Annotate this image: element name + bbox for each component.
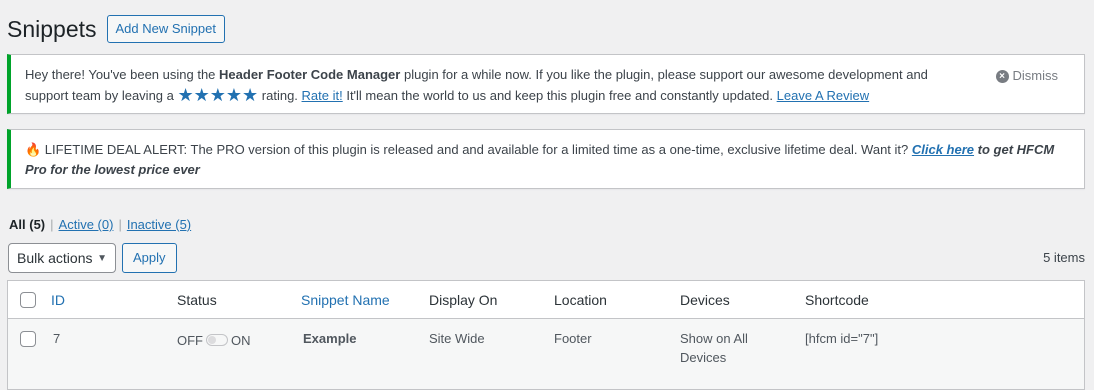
bulk-actions-select[interactable]: Bulk actions ▼: [8, 243, 116, 273]
review-text-rating: rating.: [258, 88, 302, 103]
table-header: ID Status Snippet Name Display On Locati…: [8, 281, 1084, 319]
filter-active[interactable]: Active (0): [59, 217, 114, 232]
dismiss-label: Dismiss: [1012, 68, 1059, 83]
leave-review-link[interactable]: Leave A Review: [777, 88, 870, 103]
column-location: Location: [554, 292, 607, 308]
status-toggle[interactable]: OFF ON: [177, 331, 251, 350]
column-display-on: Display On: [429, 292, 498, 308]
row-devices-line1: Show on All: [680, 331, 748, 346]
page-title: Snippets: [7, 16, 97, 42]
dismiss-button[interactable]: × Dismiss: [995, 66, 1059, 86]
snippets-table: ID Status Snippet Name Display On Locati…: [7, 280, 1085, 390]
toggle-switch-icon[interactable]: [206, 334, 228, 346]
row-location: Footer: [554, 331, 592, 346]
select-all-checkbox[interactable]: [20, 292, 36, 308]
apply-button[interactable]: Apply: [122, 243, 177, 273]
items-count: 5 items: [1043, 250, 1085, 265]
filter-separator: |: [50, 217, 54, 232]
deal-text: LIFETIME DEAL ALERT: The PRO version of …: [41, 142, 912, 157]
filter-separator: |: [118, 217, 122, 232]
fire-icon: 🔥: [25, 142, 42, 157]
tablenav: Bulk actions ▼ Apply: [8, 243, 177, 273]
column-shortcode: Shortcode: [805, 292, 869, 308]
filter-inactive[interactable]: Inactive (5): [127, 217, 191, 232]
filter-all[interactable]: All (5): [9, 217, 45, 232]
click-here-link[interactable]: Click here: [912, 142, 974, 157]
status-filters: All (5) | Active (0) | Inactive (5): [9, 217, 191, 232]
star-rating-icon: ★★★★★: [177, 85, 259, 105]
row-devices-line2: Devices: [680, 350, 727, 365]
row-id: 7: [53, 331, 61, 346]
column-id[interactable]: ID: [51, 292, 65, 308]
status-on-label: ON: [231, 333, 251, 348]
lifetime-deal-notice: 🔥 LIFETIME DEAL ALERT: The PRO version o…: [7, 129, 1085, 189]
review-text-after: It'll mean the world to us and keep this…: [342, 88, 777, 103]
row-display-on: Site Wide: [429, 331, 485, 346]
filter-all-label: All: [9, 217, 26, 232]
add-new-snippet-button[interactable]: Add New Snippet: [106, 15, 225, 43]
column-status: Status: [177, 292, 217, 308]
snippet-name-link[interactable]: Example: [303, 329, 356, 348]
filter-all-count: (5): [29, 217, 46, 232]
column-devices: Devices: [680, 292, 730, 308]
column-snippet-name[interactable]: Snippet Name: [301, 292, 390, 308]
bulk-actions-label: Bulk actions: [17, 250, 93, 266]
status-off-label: OFF: [177, 333, 203, 348]
row-shortcode: [hfcm id="7"]: [805, 331, 879, 346]
row-devices: Show on All Devices: [680, 329, 748, 367]
dismiss-icon: ×: [995, 69, 1009, 83]
rate-it-link[interactable]: Rate it!: [302, 88, 343, 103]
row-checkbox[interactable]: [20, 331, 36, 347]
plugin-name: Header Footer Code Manager: [219, 67, 401, 82]
chevron-down-icon: ▼: [97, 252, 107, 264]
review-notice: Hey there! You've been using the Header …: [7, 54, 1085, 114]
review-text-before: Hey there! You've been using the: [25, 67, 220, 82]
page-header: Snippets Add New Snippet: [7, 14, 225, 44]
table-row: 7 OFF ON Example Site Wide Footer Show on…: [8, 319, 1084, 389]
